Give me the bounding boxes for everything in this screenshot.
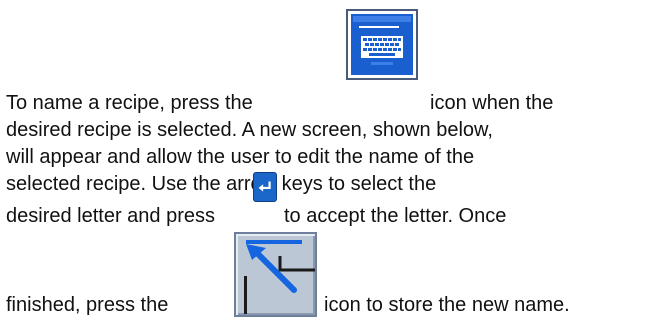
keyboard-icon-graphic bbox=[351, 14, 413, 75]
keyboard-icon bbox=[346, 9, 418, 80]
store-icon bbox=[234, 232, 317, 317]
line-6-before: finished, press the bbox=[6, 294, 169, 316]
line-4: selected recipe. Use the arrow keys to s… bbox=[6, 173, 437, 195]
line-5-after: to accept the letter. Once bbox=[284, 205, 507, 227]
line-2: desired recipe is selected. A new screen… bbox=[6, 119, 493, 141]
line-3: will appear and allow the user to edit t… bbox=[6, 146, 475, 168]
enter-icon bbox=[253, 172, 277, 202]
line-5-before: desired letter and press bbox=[6, 205, 216, 227]
line-1-before: To name a recipe, press the bbox=[6, 92, 253, 114]
store-graphic bbox=[244, 240, 315, 314]
enter-arrow-graphic bbox=[258, 181, 271, 192]
line-6-after: icon to store the new name. bbox=[324, 294, 570, 316]
line-1-after: icon when the bbox=[430, 92, 554, 114]
